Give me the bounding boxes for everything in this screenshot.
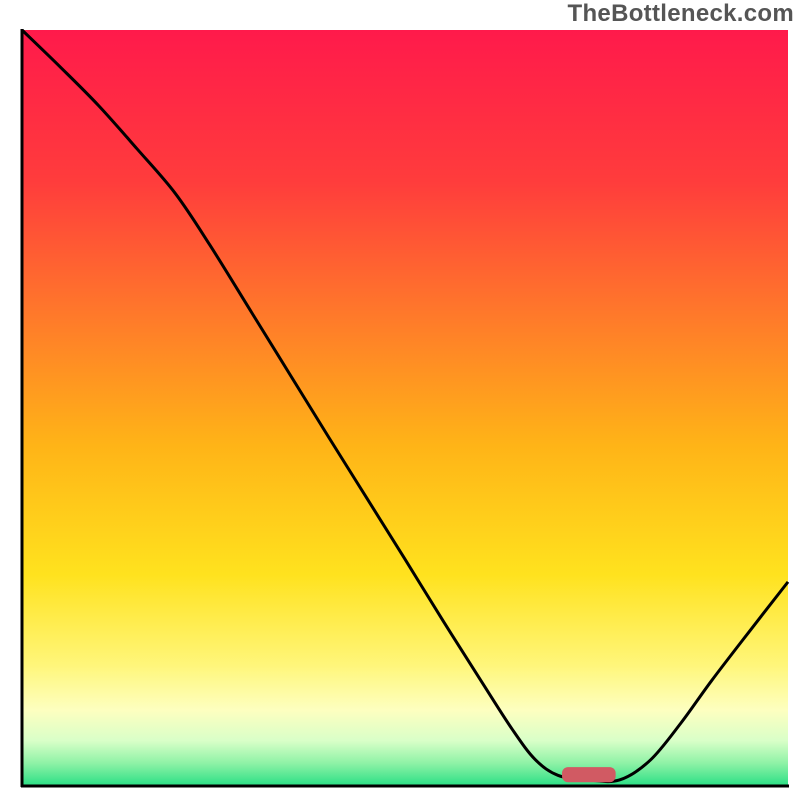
chart-container: TheBottleneck.com: [0, 0, 800, 800]
bottleneck-chart: [0, 0, 800, 800]
